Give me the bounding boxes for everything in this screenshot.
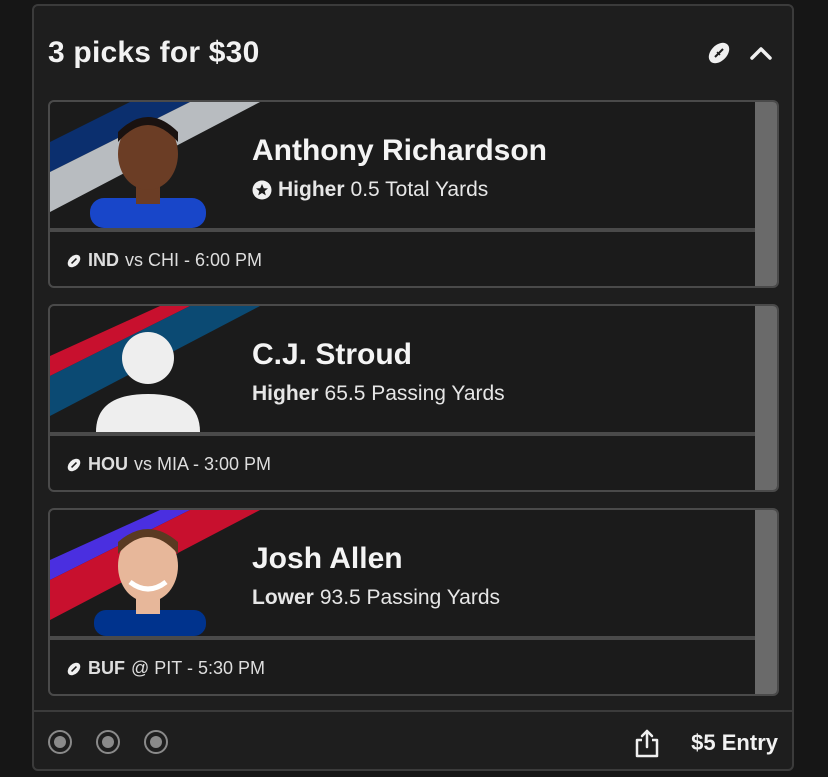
game-info: BUF @ PIT - 5:30 PM [66,658,265,679]
picks-title: 3 picks for $30 [48,36,260,69]
divider [50,636,755,640]
pick-card[interactable]: C.J. Stroud Higher 65.5 Passing Yards HO… [48,304,779,492]
team-abbr: HOU [88,454,128,474]
card-scroll-bar [755,306,777,490]
card-scroll-bar [755,510,777,694]
player-photo [50,102,260,228]
pick-status-dots [48,730,168,754]
header-actions [706,40,774,66]
divider [50,432,755,436]
share-icon[interactable] [634,728,660,758]
picks-panel: 3 picks for $30 Anthony Richardson Highe… [32,4,794,771]
game-info: IND vs CHI - 6:00 PM [66,250,262,271]
pick-summary: Josh Allen Lower 93.5 Passing Yards [50,510,755,636]
pick-stat: 0.5 Total Yards [350,178,489,201]
pick-direction: Higher [278,178,345,201]
player-name: Anthony Richardson [252,134,548,167]
pick-card[interactable]: Josh Allen Lower 93.5 Passing Yards BUF … [48,508,779,696]
player-name: C.J. Stroud [252,338,413,371]
game-info: HOU vs MIA - 3:00 PM [66,454,271,475]
pick-direction: Higher [252,382,319,405]
status-dot [96,730,120,754]
football-icon [708,42,730,64]
chevron-up-icon[interactable] [748,40,774,66]
player-name: Josh Allen [252,542,403,575]
football-icon [67,254,81,267]
footer-divider [34,710,792,712]
entry-amount[interactable]: $5 Entry [691,730,778,756]
matchup: vs MIA - 3:00 PM [134,454,272,474]
player-photo-placeholder [50,306,260,432]
football-icon [67,458,81,471]
status-dot [48,730,72,754]
matchup: @ PIT - 5:30 PM [131,658,265,678]
pick-line: Lower 93.5 Passing Yards [252,586,500,610]
pick-summary: C.J. Stroud Higher 65.5 Passing Yards [50,306,755,432]
football-icon [67,662,81,675]
pick-line: Higher 65.5 Passing Yards [252,382,505,406]
divider [50,228,755,232]
pick-line: Higher 0.5 Total Yards [252,178,488,202]
pick-stat: 93.5 Passing Yards [319,586,501,609]
team-abbr: IND [88,250,119,270]
star-badge-icon [252,180,272,200]
pick-summary: Anthony Richardson Higher 0.5 Total Yard… [50,102,755,228]
team-abbr: BUF [88,658,125,678]
pick-direction: Lower [252,586,314,609]
matchup: vs CHI - 6:00 PM [125,250,263,270]
pick-card[interactable]: Anthony Richardson Higher 0.5 Total Yard… [48,100,779,288]
card-scroll-bar [755,102,777,286]
player-photo [50,510,260,636]
pick-stat: 65.5 Passing Yards [324,382,505,405]
status-dot [144,730,168,754]
